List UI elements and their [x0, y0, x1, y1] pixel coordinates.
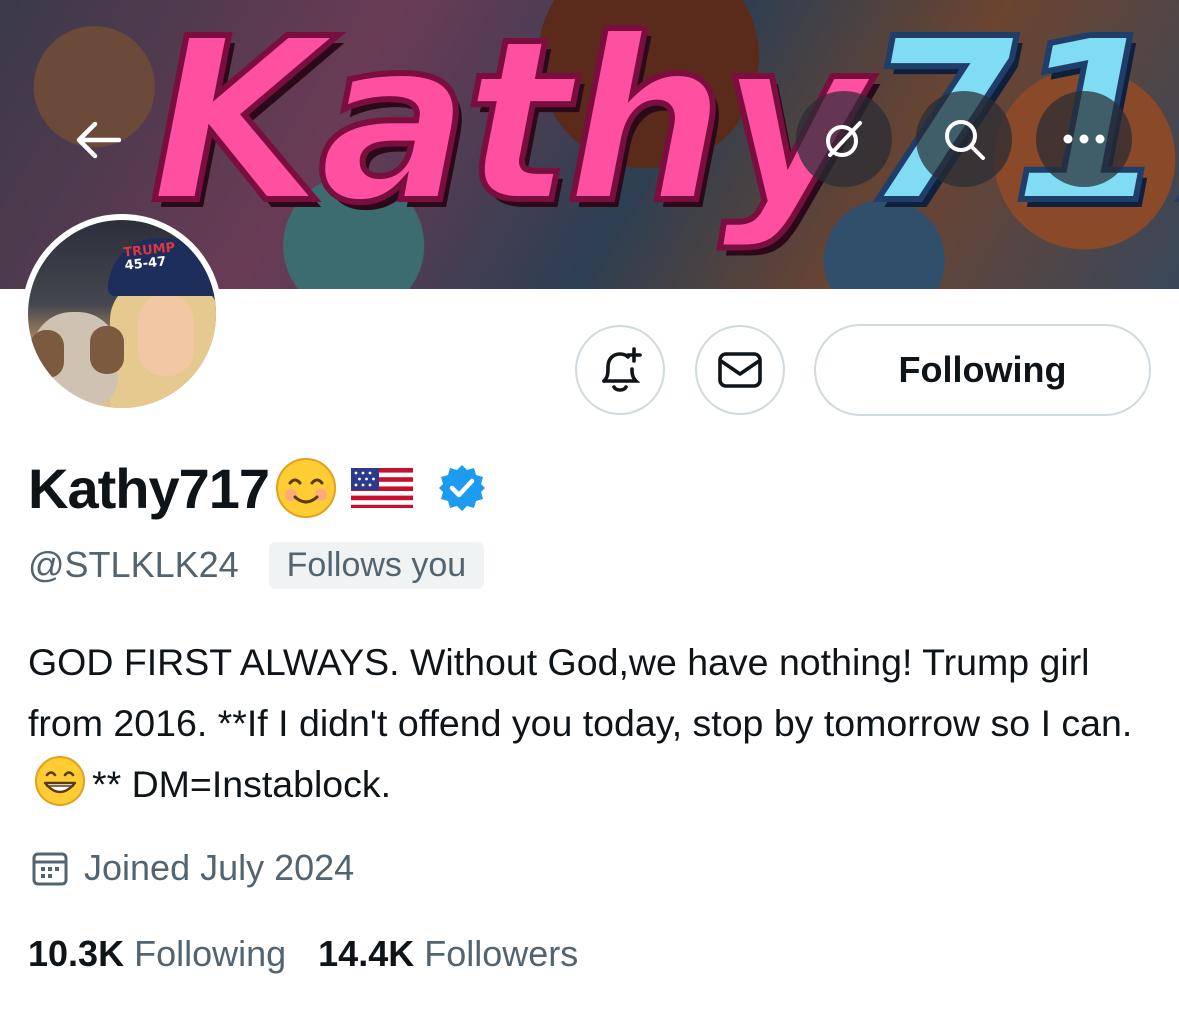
- handle-row: @STLKLK24 Follows you: [28, 538, 485, 592]
- arrow-left-icon: [76, 121, 121, 159]
- stats-row: 10.3K Following 14.4K Followers: [28, 928, 578, 980]
- smiling-emoji-icon: [276, 458, 337, 518]
- search-icon: [945, 120, 985, 160]
- avatar-face: [138, 294, 194, 376]
- bio-text-part2: ** DM=Instablock.: [92, 763, 392, 805]
- display-name: Kathy717: [28, 456, 270, 520]
- following-button[interactable]: Following: [814, 324, 1151, 416]
- notifications-button[interactable]: [575, 325, 665, 415]
- avatar-dog-ear-right: [90, 326, 124, 374]
- followers-label: Followers: [424, 933, 579, 974]
- banner-graffiti-text: Kathy717: [147, 7, 1179, 238]
- grok-button[interactable]: [796, 91, 892, 187]
- banner-text-kathy: Kathy: [147, 0, 870, 253]
- us-flag-icon: [351, 468, 414, 508]
- back-button[interactable]: [74, 116, 122, 164]
- more-options-button[interactable]: [1036, 91, 1132, 187]
- avatar-hat-text: TRUMP 45-47: [123, 240, 177, 273]
- bio-text-part1: GOD FIRST ALWAYS. Without God,we have no…: [28, 641, 1133, 744]
- following-label: Following: [134, 933, 287, 974]
- joined-row: Joined July 2024: [30, 842, 354, 894]
- search-button[interactable]: [916, 91, 1012, 187]
- avatar-dog-ear-left: [30, 330, 64, 378]
- banner-text-717: 717: [858, 0, 1179, 253]
- avatar[interactable]: TRUMP 45-47: [22, 214, 222, 414]
- bell-plus-icon: [602, 347, 642, 392]
- following-count: 10.3K: [28, 933, 125, 974]
- name-row: Kathy717: [28, 450, 487, 526]
- followers-count: 14.4K: [318, 933, 415, 974]
- envelope-icon: [718, 352, 762, 388]
- followers-stat[interactable]: 14.4K Followers: [318, 933, 578, 975]
- avatar-image: TRUMP 45-47: [28, 220, 216, 408]
- grinning-emoji-icon: [35, 756, 85, 806]
- user-handle: @STLKLK24: [28, 544, 239, 585]
- grok-icon: [826, 121, 862, 157]
- more-dots-icon: [1063, 134, 1105, 144]
- joined-date: Joined July 2024: [84, 847, 355, 888]
- following-stat[interactable]: 10.3K Following: [28, 933, 286, 975]
- follows-you-badge: Follows you: [268, 541, 485, 589]
- message-button[interactable]: [695, 325, 785, 415]
- calendar-icon: [32, 852, 68, 886]
- verified-badge-icon[interactable]: [437, 463, 487, 513]
- bio: GOD FIRST ALWAYS. Without God,we have no…: [28, 632, 1158, 815]
